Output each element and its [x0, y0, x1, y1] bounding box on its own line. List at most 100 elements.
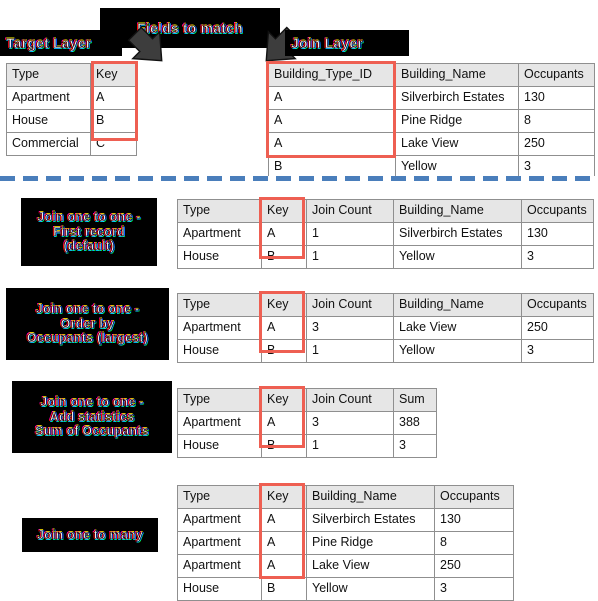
cell-building-name: Lake View [306, 554, 435, 578]
column-header-building-name[interactable]: Building_Name [393, 293, 522, 317]
table-header-row: Type Key Building_Name Occupants [177, 485, 514, 509]
result-label-line: Order by [60, 316, 115, 331]
table-row[interactable]: Apartment A Silverbirch Estates 130 [177, 508, 514, 532]
result-table-add-statistics[interactable]: Type Key Join Count Sum Apartment A 3 38… [177, 388, 437, 458]
result-label-line: First record [53, 224, 125, 239]
column-header-key[interactable]: Key [261, 485, 307, 509]
cell-occupants: 250 [521, 316, 594, 340]
fields-to-match-label: Fields to match [100, 8, 280, 48]
cell-building-name: Lake View [393, 316, 522, 340]
column-header-sum[interactable]: Sum [393, 388, 437, 412]
cell-key: A [261, 411, 307, 435]
column-header-building-name[interactable]: Building_Name [395, 63, 519, 87]
cell-type: House [177, 339, 262, 363]
result-label-line: Join one to one - [37, 209, 141, 225]
cell-join-count: 3 [306, 411, 394, 435]
cell-occupants: 130 [521, 222, 594, 246]
cell-type: Apartment [177, 222, 262, 246]
cell-join-count: 1 [306, 222, 394, 246]
target-layer-table[interactable]: Type Key Apartment A House B Commercial … [6, 63, 137, 156]
table-row[interactable]: House B Yellow 3 [177, 577, 514, 601]
table-row[interactable]: Apartment A 3 388 [177, 411, 437, 435]
cell-type: Apartment [177, 508, 262, 532]
cell-key: B [261, 339, 307, 363]
cell-occupants: 3 [521, 339, 594, 363]
column-header-key[interactable]: Key [261, 199, 307, 223]
column-header-occupants[interactable]: Occupants [521, 199, 594, 223]
column-header-building-name[interactable]: Building_Name [393, 199, 522, 223]
table-row[interactable]: Apartment A Lake View 250 [177, 554, 514, 578]
table-row[interactable]: Apartment A Pine Ridge 8 [177, 531, 514, 555]
cell-occupants: 130 [434, 508, 514, 532]
cell-type: Apartment [177, 554, 262, 578]
column-header-key[interactable]: Key [90, 63, 137, 87]
join-layer-table[interactable]: Building_Type_ID Building_Name Occupants… [268, 63, 595, 179]
cell-join-count: 1 [306, 245, 394, 269]
cell-occupants: 8 [518, 109, 595, 133]
column-header-type[interactable]: Type [177, 199, 262, 223]
fields-to-match-text: Fields to match [137, 19, 243, 36]
cell-join-count: 1 [306, 339, 394, 363]
cell-type: Apartment [177, 531, 262, 555]
column-header-type[interactable]: Type [177, 293, 262, 317]
result-label-line: Join one to one - [35, 301, 140, 317]
column-header-type[interactable]: Type [6, 63, 91, 87]
cell-building-type-id: A [268, 132, 396, 156]
column-header-key[interactable]: Key [261, 388, 307, 412]
target-layer-text: Target Layer [6, 34, 92, 51]
result-table-one-to-many[interactable]: Type Key Building_Name Occupants Apartme… [177, 485, 514, 601]
cell-key: C [90, 132, 137, 156]
result-table-order-by-occupants[interactable]: Type Key Join Count Building_Name Occupa… [177, 293, 594, 363]
table-row[interactable]: Commercial C [6, 132, 137, 156]
column-header-occupants[interactable]: Occupants [521, 293, 594, 317]
column-header-occupants[interactable]: Occupants [518, 63, 595, 87]
cell-type: House [177, 577, 262, 601]
result-label-add-statistics: Join one to one - Add statistics Sum of … [12, 381, 172, 453]
result-label-line: Sum of Occupants [35, 424, 149, 439]
table-row[interactable]: Apartment A 3 Lake View 250 [177, 316, 594, 340]
result-label-first-record: Join one to one - First record (default) [21, 198, 157, 266]
cell-building-name: Pine Ridge [306, 531, 435, 555]
cell-building-name: Yellow [393, 245, 522, 269]
cell-key: A [261, 508, 307, 532]
result-label-line: Add statistics [49, 409, 135, 424]
column-header-join-count[interactable]: Join Count [306, 199, 394, 223]
cell-occupants: 3 [521, 245, 594, 269]
table-row[interactable]: House B 1 3 [177, 434, 437, 458]
column-header-join-count[interactable]: Join Count [306, 388, 394, 412]
cell-key: A [261, 531, 307, 555]
join-layer-label: Join Layer [285, 30, 409, 56]
cell-building-name: Silverbirch Estates [393, 222, 522, 246]
cell-type: House [177, 434, 262, 458]
cell-join-count: 1 [306, 434, 394, 458]
cell-join-count: 3 [306, 316, 394, 340]
cell-occupants: 130 [518, 86, 595, 110]
column-header-occupants[interactable]: Occupants [434, 485, 514, 509]
cell-building-name: Yellow [393, 339, 522, 363]
column-header-key[interactable]: Key [261, 293, 307, 317]
column-header-join-count[interactable]: Join Count [306, 293, 394, 317]
table-header-row: Building_Type_ID Building_Name Occupants [268, 63, 595, 87]
table-row[interactable]: House B 1 Yellow 3 [177, 339, 594, 363]
table-header-row: Type Key Join Count Sum [177, 388, 437, 412]
table-row[interactable]: House B 1 Yellow 3 [177, 245, 594, 269]
column-header-type[interactable]: Type [177, 388, 262, 412]
column-header-building-name[interactable]: Building_Name [306, 485, 435, 509]
cell-building-name: Silverbirch Estates [395, 86, 519, 110]
cell-key: A [261, 222, 307, 246]
table-row[interactable]: Apartment A 1 Silverbirch Estates 130 [177, 222, 594, 246]
table-row[interactable]: House B [6, 109, 137, 133]
cell-key: A [261, 316, 307, 340]
column-header-type[interactable]: Type [177, 485, 262, 509]
result-label-line: Join one to many [37, 527, 143, 542]
cell-key: A [261, 554, 307, 578]
column-header-building-type-id[interactable]: Building_Type_ID [268, 63, 396, 87]
table-row[interactable]: A Silverbirch Estates 130 [268, 86, 595, 110]
cell-building-type-id: A [268, 86, 396, 110]
result-table-first-record[interactable]: Type Key Join Count Building_Name Occupa… [177, 199, 594, 269]
table-header-row: Type Key [6, 63, 137, 87]
cell-type: Apartment [6, 86, 91, 110]
table-row[interactable]: Apartment A [6, 86, 137, 110]
table-row[interactable]: A Lake View 250 [268, 132, 595, 156]
table-row[interactable]: A Pine Ridge 8 [268, 109, 595, 133]
